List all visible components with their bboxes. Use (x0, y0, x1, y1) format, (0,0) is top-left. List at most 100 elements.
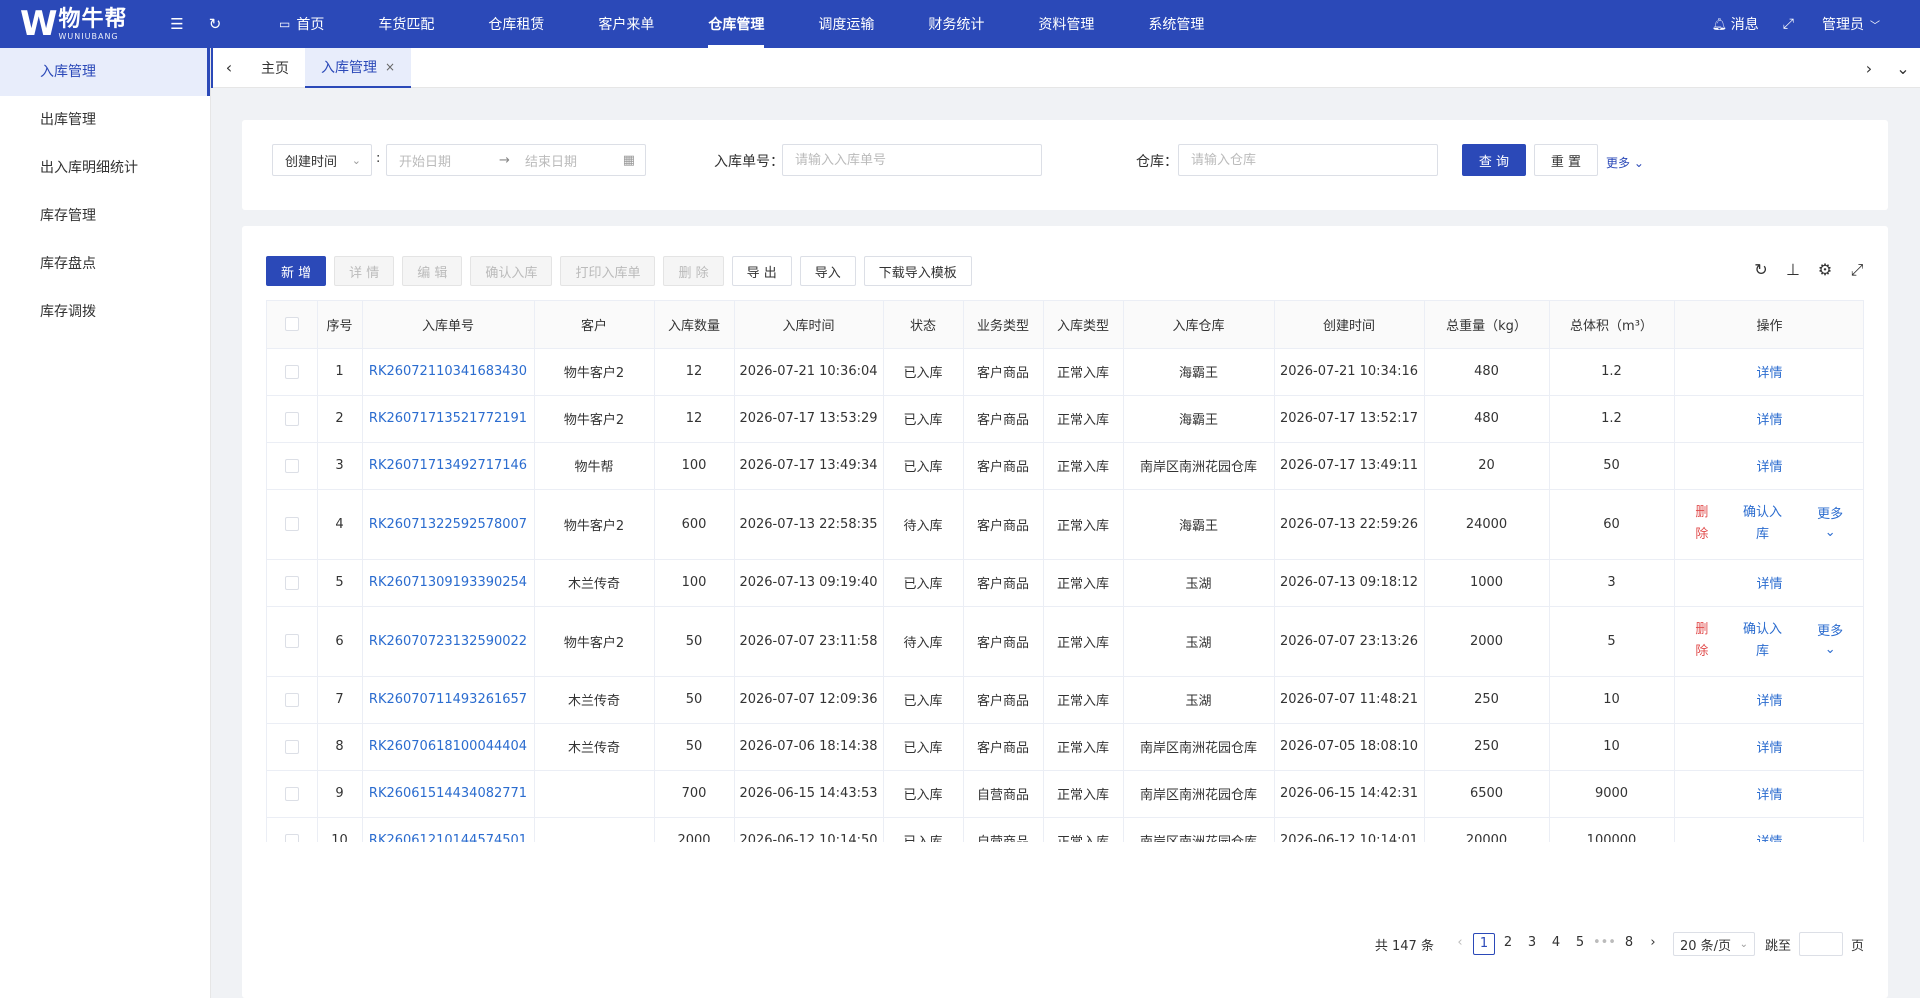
row-detail-link[interactable]: 详情 (1756, 788, 1782, 803)
more-filters-link[interactable]: 更多 ⌄ (1606, 154, 1644, 171)
detail-button[interactable]: 详 情 (334, 256, 395, 286)
warehouse-input[interactable] (1178, 144, 1438, 176)
row-checkbox[interactable] (284, 411, 299, 426)
sidebar-item-3[interactable]: 库存管理 (0, 192, 210, 240)
fullscreen-icon[interactable]: ⤢ (1771, 16, 1806, 32)
row-select-cell (267, 489, 318, 560)
row-confirm-inbound-button[interactable]: 确认入库 (1738, 502, 1786, 546)
next-page-icon[interactable]: › (1642, 933, 1664, 955)
menu-collapse-icon[interactable]: ☰ (158, 0, 196, 48)
tabs-scroll-right-icon[interactable]: › (1852, 48, 1886, 88)
nav-item-1[interactable]: 车货匹配 (351, 0, 461, 48)
nav-item-5[interactable]: 调度运输 (791, 0, 901, 48)
import-button[interactable]: 导入 (799, 256, 856, 286)
settings-gear-icon[interactable]: ⚙ (1816, 260, 1834, 280)
row-checkbox[interactable] (284, 739, 299, 754)
order-number-link[interactable]: RK26061210144574501 (369, 833, 527, 842)
row-checkbox[interactable] (284, 833, 299, 842)
page-size-select[interactable]: 20 条/页 ⌄ (1672, 932, 1755, 956)
row-detail-link[interactable]: 详情 (1756, 577, 1782, 592)
nav-item-3[interactable]: 客户来单 (571, 0, 681, 48)
brand-logo[interactable]: W 物牛帮 WUNIUBANG (0, 0, 158, 48)
nav-item-2[interactable]: 仓库租赁 (461, 0, 571, 48)
order-number-link[interactable]: RK26071322592578007 (369, 517, 527, 532)
sidebar-item-1[interactable]: 出库管理 (0, 96, 210, 144)
tab-inbound[interactable]: 入库管理 × (305, 47, 412, 88)
page-number[interactable]: 2 (1497, 933, 1519, 955)
row-confirm-inbound-button[interactable]: 确认入库 (1738, 619, 1786, 663)
row-detail-link[interactable]: 详情 (1756, 741, 1782, 756)
order-no-input[interactable] (782, 144, 1042, 176)
sidebar-item-4[interactable]: 库存盘点 (0, 240, 210, 288)
date-type-select[interactable]: 创建时间 ⌄ (272, 144, 372, 176)
reset-button[interactable]: 重 置 (1534, 144, 1598, 176)
date-range-picker[interactable]: 开始日期 → 结束日期 ▦ (386, 144, 646, 176)
row-detail-link[interactable]: 详情 (1756, 366, 1782, 381)
cell-in_time: 2026-07-07 12:09:36 (734, 676, 884, 724)
column-height-icon[interactable]: ⊥ (1784, 260, 1802, 280)
nav-item-4[interactable]: 仓库管理 (681, 0, 791, 48)
cell-biz: 自营商品 (963, 817, 1044, 842)
row-delete-button[interactable]: 删除 (1692, 619, 1712, 663)
messages-button[interactable]: 🔔︎ 消息 (1700, 14, 1771, 34)
order-number-link[interactable]: RK26071713492717146 (369, 458, 527, 473)
page-number[interactable]: 1 (1472, 933, 1495, 955)
row-checkbox[interactable] (284, 692, 299, 707)
order-number-link[interactable]: RK26072110341683430 (369, 364, 527, 379)
cell-customer: 物牛客户2 (534, 606, 655, 677)
page-number[interactable]: 8 (1618, 933, 1640, 955)
sidebar-item-0[interactable]: 入库管理 (0, 48, 210, 96)
order-number-link[interactable]: RK26070723132590022 (369, 634, 527, 649)
order-number-link[interactable]: RK26070618100044404 (369, 739, 527, 754)
row-detail-link[interactable]: 详情 (1756, 413, 1782, 428)
row-checkbox[interactable] (284, 458, 299, 473)
query-button[interactable]: 查 询 (1462, 144, 1526, 176)
close-icon[interactable]: × (385, 60, 395, 74)
jump-page-input[interactable] (1798, 932, 1843, 956)
row-detail-link[interactable]: 详情 (1756, 694, 1782, 709)
row-checkbox[interactable] (284, 364, 299, 379)
sidebar-item-2[interactable]: 出入库明细统计 (0, 144, 210, 192)
nav-item-7[interactable]: 资料管理 (1011, 0, 1121, 48)
add-button[interactable]: 新 增 (266, 256, 327, 286)
order-number-link[interactable]: RK26071713521772191 (369, 411, 527, 426)
tab-home[interactable]: 主页 (245, 48, 305, 88)
confirm-inbound-button[interactable]: 确认入库 (470, 256, 553, 286)
row-more-button[interactable]: 更多 ⌄ (1813, 506, 1847, 542)
fullscreen-icon[interactable]: ⤢ (1848, 260, 1866, 280)
nav-item-6[interactable]: 财务统计 (901, 0, 1011, 48)
row-checkbox[interactable] (284, 634, 299, 648)
nav-item-0[interactable]: ▭ 首页 (252, 0, 351, 48)
page-number[interactable]: 3 (1521, 933, 1543, 955)
delete-button[interactable]: 删 除 (663, 256, 724, 286)
cell-biz: 客户商品 (963, 395, 1044, 443)
order-number-link[interactable]: RK26061514434082771 (369, 786, 527, 801)
order-number-link[interactable]: RK26071309193390254 (369, 575, 527, 590)
page-number[interactable]: 5 (1569, 933, 1591, 955)
refresh-icon[interactable]: ↻ (196, 0, 234, 48)
row-more-button[interactable]: 更多 ⌄ (1813, 623, 1847, 659)
sidebar-item-5[interactable]: 库存调拨 (0, 288, 210, 336)
order-number-link[interactable]: RK26070711493261657 (369, 692, 527, 707)
tabs-dropdown-icon[interactable]: ⌄ (1886, 48, 1920, 88)
bell-icon: 🔔︎ (1711, 17, 1727, 31)
page-number[interactable]: 4 (1545, 933, 1567, 955)
row-detail-link[interactable]: 详情 (1756, 460, 1782, 475)
nav-item-8[interactable]: 系统管理 (1121, 0, 1231, 48)
page-ellipsis[interactable]: ••• (1593, 933, 1616, 955)
tab-inbound-label: 入库管理 (321, 59, 377, 76)
row-detail-link[interactable]: 详情 (1756, 835, 1782, 842)
admin-menu[interactable]: 管理员 ﹀ (1806, 14, 1920, 34)
row-checkbox[interactable] (284, 517, 299, 531)
tabs-scroll-left-icon[interactable]: ‹ (211, 47, 245, 88)
row-checkbox[interactable] (284, 786, 299, 801)
row-checkbox[interactable] (284, 575, 299, 590)
export-button[interactable]: 导 出 (731, 256, 792, 286)
select-all-checkbox[interactable] (284, 317, 299, 332)
print-inbound-button[interactable]: 打印入库单 (560, 256, 656, 286)
download-template-button[interactable]: 下载导入模板 (863, 256, 972, 286)
edit-button[interactable]: 编 辑 (402, 256, 463, 286)
prev-page-icon[interactable]: ‹ (1449, 933, 1471, 955)
row-delete-button[interactable]: 删除 (1692, 502, 1712, 546)
refresh-icon[interactable]: ↻ (1752, 260, 1770, 280)
